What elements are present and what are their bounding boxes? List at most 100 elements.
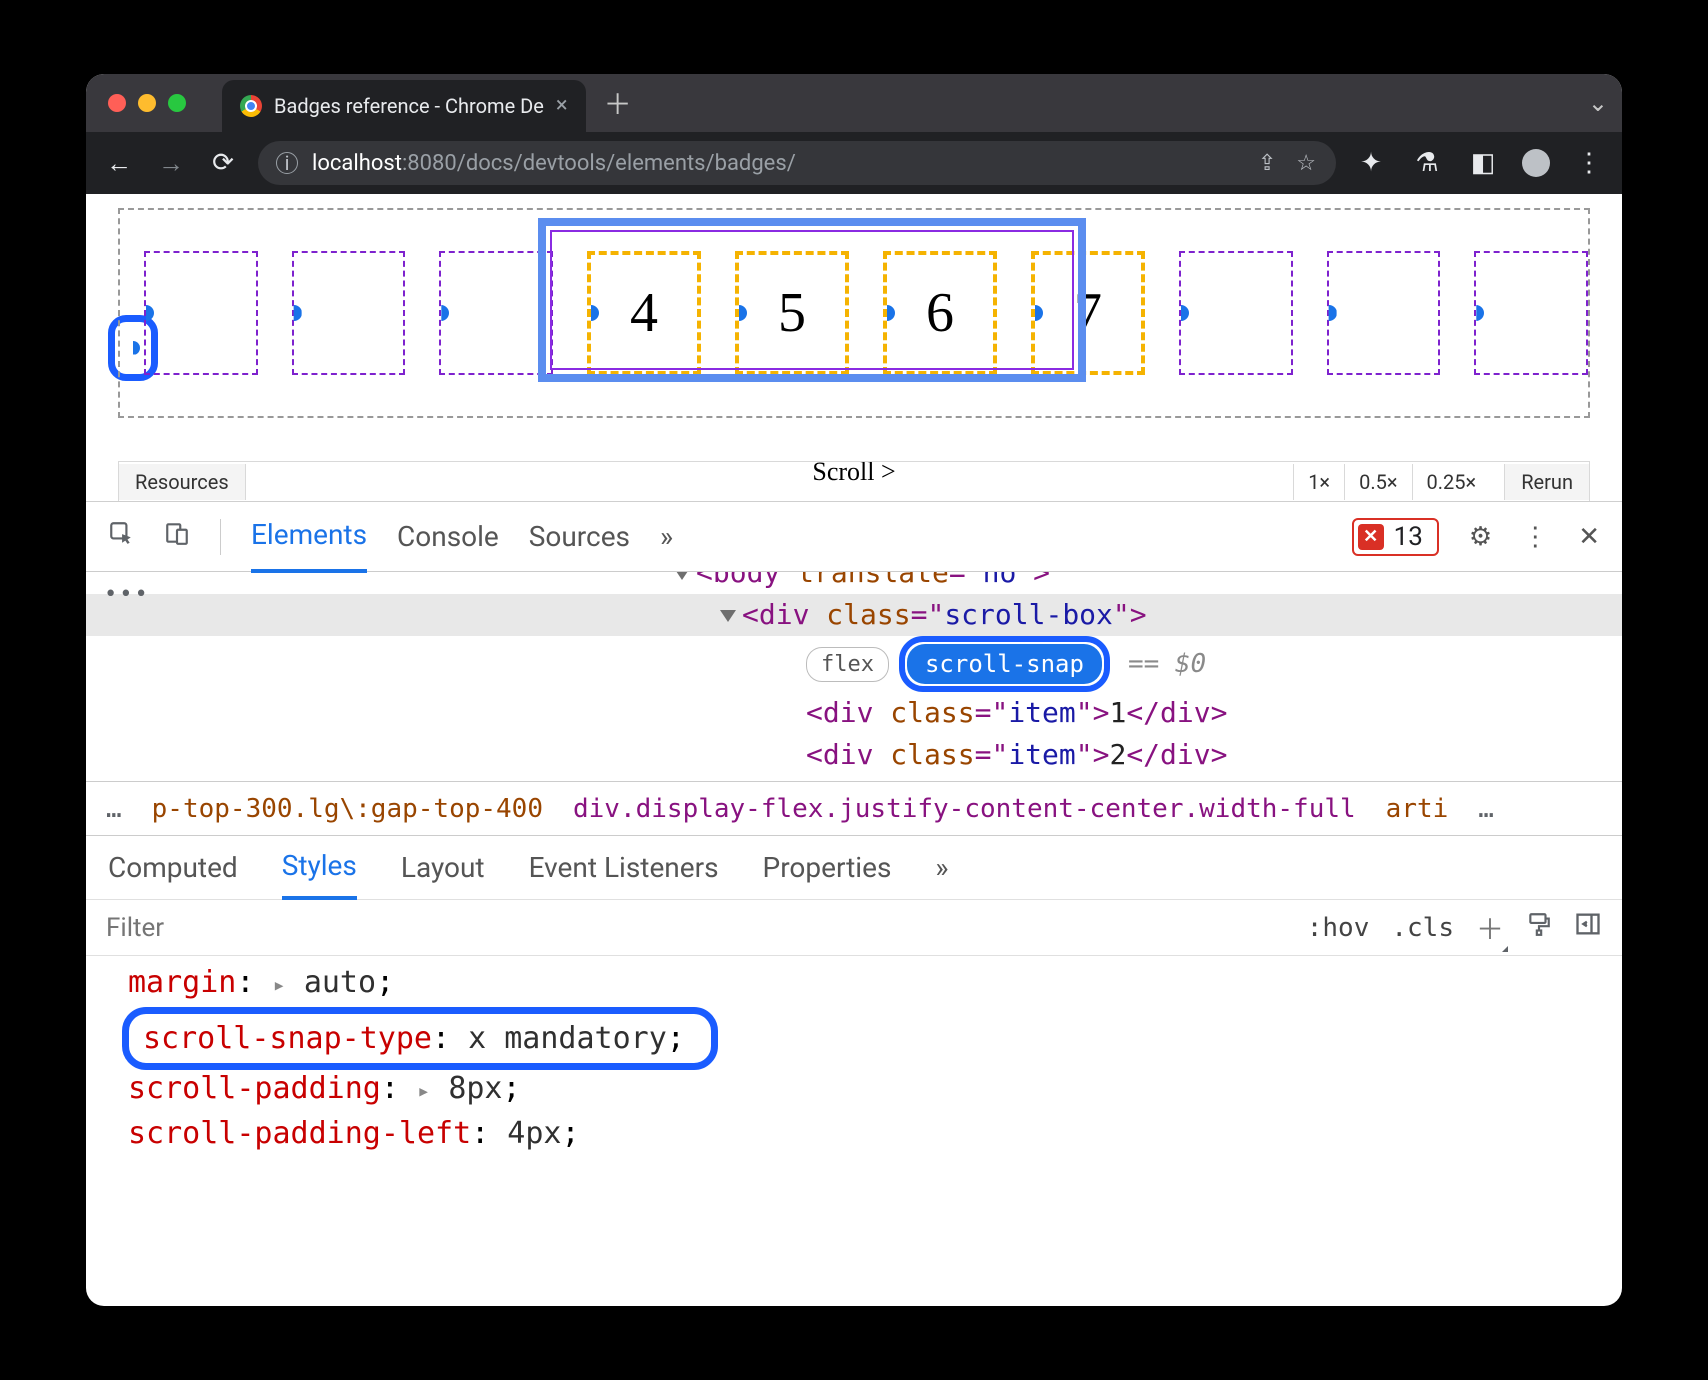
browser-window: Badges reference - Chrome De × ＋ ⌄ ← → ⟳… <box>86 74 1622 1306</box>
panel-icon[interactable]: ◧ <box>1466 148 1500 178</box>
breadcrumb-ellipsis[interactable]: … <box>106 794 122 824</box>
url-host: localhost <box>312 151 402 176</box>
site-info-icon[interactable]: i <box>276 152 298 174</box>
scroll-item: 5 <box>735 251 849 375</box>
page-viewport: 4 5 6 7 Scroll > Resources 1× 0.5× 0.25×… <box>86 194 1622 502</box>
snap-point-icon <box>731 305 747 321</box>
css-declaration[interactable]: scroll-snap-type: x mandatory; <box>143 1021 685 1056</box>
scroll-item: 4 <box>587 251 701 375</box>
tab-elements[interactable]: Elements <box>251 500 367 573</box>
zoom-025x[interactable]: 0.25× <box>1412 464 1491 500</box>
new-tab-button[interactable]: ＋ <box>604 83 632 123</box>
scroll-item <box>1327 251 1441 375</box>
breadcrumb-item[interactable]: div.display-flex.justify-content-center.… <box>573 794 1356 824</box>
snap-point-icon <box>583 305 599 321</box>
styles-filter-input[interactable] <box>106 913 1285 943</box>
zoom-controls: 1× 0.5× 0.25× <box>1293 464 1490 500</box>
styles-filter-row: :hov .cls ＋ <box>86 900 1622 956</box>
profile-avatar[interactable] <box>1522 149 1550 177</box>
zoom-1x[interactable]: 1× <box>1293 464 1344 500</box>
chrome-favicon-icon <box>240 95 262 117</box>
address-bar[interactable]: i localhost:8080/docs/devtools/elements/… <box>258 141 1336 185</box>
kebab-menu-icon[interactable]: ⋮ <box>1522 522 1548 552</box>
device-toggle-icon[interactable] <box>164 520 190 553</box>
back-button[interactable]: ← <box>102 148 136 179</box>
dom-badges: flex scroll-snap == $0 <box>86 636 1622 692</box>
minimize-window-button[interactable] <box>138 94 156 112</box>
tab-console[interactable]: Console <box>397 502 499 571</box>
url-port: :8080 <box>402 151 457 176</box>
cls-toggle[interactable]: .cls <box>1391 913 1454 943</box>
reload-button[interactable]: ⟳ <box>206 148 240 178</box>
flex-badge[interactable]: flex <box>806 647 889 682</box>
scroll-snap-badge[interactable]: scroll-snap <box>907 644 1102 684</box>
forward-button[interactable]: → <box>154 148 188 179</box>
dom-tree[interactable]: ••• <body translate="no"> <div class="sc… <box>86 572 1622 782</box>
item-number: 7 <box>1074 281 1102 345</box>
scroll-box-demo[interactable]: 4 5 6 7 <box>118 208 1590 418</box>
snap-point-icon <box>1321 305 1337 321</box>
tab-properties[interactable]: Properties <box>763 837 892 898</box>
tab-sources[interactable]: Sources <box>529 502 630 571</box>
demo-footer: Resources 1× 0.5× 0.25× Rerun <box>118 461 1590 501</box>
snap-point-icon <box>879 305 895 321</box>
item-number: 4 <box>630 281 658 345</box>
toolbar: ← → ⟳ i localhost:8080/docs/devtools/ele… <box>86 132 1622 194</box>
star-icon[interactable]: ☆ <box>1296 151 1316 176</box>
scroll-item <box>439 251 553 375</box>
labs-icon[interactable]: ⚗ <box>1410 148 1444 178</box>
dom-row[interactable]: <body translate="no"> <box>86 572 1622 594</box>
css-declaration[interactable]: scroll-padding: ▸ 8px; <box>128 1066 1622 1111</box>
error-count-badge[interactable]: ✕13 <box>1352 518 1439 556</box>
breadcrumb-item[interactable]: arti <box>1386 794 1449 824</box>
new-style-rule-button[interactable]: ＋ <box>1476 908 1504 948</box>
tab-more[interactable]: » <box>660 502 673 571</box>
browser-tab[interactable]: Badges reference - Chrome De × <box>222 80 586 132</box>
snap-point-icon <box>1173 305 1189 321</box>
snap-point-icon <box>433 305 449 321</box>
expand-triangle-icon[interactable] <box>674 572 690 580</box>
tab-overflow-icon[interactable]: ⌄ <box>1588 89 1608 117</box>
url-path: /docs/devtools/elements/badges/ <box>457 151 796 176</box>
close-devtools-icon[interactable]: ✕ <box>1578 522 1600 552</box>
tab-title: Badges reference - Chrome De <box>274 94 544 118</box>
css-declaration[interactable]: scroll-padding-left: 4px; <box>128 1111 1622 1156</box>
toggle-sidebar-icon[interactable] <box>1574 910 1602 945</box>
window-controls <box>108 94 186 112</box>
dom-row[interactable]: <div class="item">1</div> <box>86 692 1622 734</box>
inspect-icon[interactable] <box>108 520 134 553</box>
menu-icon[interactable]: ⋮ <box>1572 148 1606 178</box>
dom-row-actions-icon[interactable]: ••• <box>104 578 150 611</box>
expand-triangle-icon[interactable] <box>720 610 736 622</box>
dom-row[interactable]: <div class="item">2</div> <box>86 734 1622 776</box>
breadcrumb-ellipsis[interactable]: … <box>1478 794 1494 824</box>
dom-breadcrumbs[interactable]: … p-top-300.lg\:gap-top-400 div.display-… <box>86 782 1622 836</box>
scroll-item <box>292 251 406 375</box>
error-count: 13 <box>1394 522 1423 552</box>
resources-tab[interactable]: Resources <box>119 464 246 500</box>
styles-tabs: Computed Styles Layout Event Listeners P… <box>86 836 1622 900</box>
maximize-window-button[interactable] <box>168 94 186 112</box>
breadcrumb-item[interactable]: p-top-300.lg\:gap-top-400 <box>152 794 543 824</box>
tab-layout[interactable]: Layout <box>401 837 485 898</box>
tab-more[interactable]: » <box>935 837 948 898</box>
close-window-button[interactable] <box>108 94 126 112</box>
snap-point-icon <box>1027 305 1043 321</box>
share-icon[interactable]: ⇪ <box>1258 151 1276 176</box>
extensions-icon[interactable]: ✦ <box>1354 148 1388 178</box>
paint-icon[interactable] <box>1526 911 1552 944</box>
zoom-05x[interactable]: 0.5× <box>1344 464 1411 500</box>
css-declaration[interactable]: margin: ▸ auto; <box>128 960 1622 1005</box>
rerun-button[interactable]: Rerun <box>1504 464 1589 500</box>
close-tab-icon[interactable]: × <box>556 95 568 117</box>
item-number: 5 <box>778 281 806 345</box>
tab-event-listeners[interactable]: Event Listeners <box>529 837 719 898</box>
hov-toggle[interactable]: :hov <box>1307 913 1370 943</box>
css-rules[interactable]: margin: ▸ auto; scroll-snap-type: x mand… <box>86 956 1622 1176</box>
settings-icon[interactable]: ⚙ <box>1469 522 1492 552</box>
dom-row-selected[interactable]: <div class="scroll-box"> <box>86 594 1622 636</box>
scroll-item <box>144 251 258 375</box>
tab-computed[interactable]: Computed <box>108 837 238 898</box>
item-number: 6 <box>926 281 954 345</box>
tab-styles[interactable]: Styles <box>282 835 357 900</box>
